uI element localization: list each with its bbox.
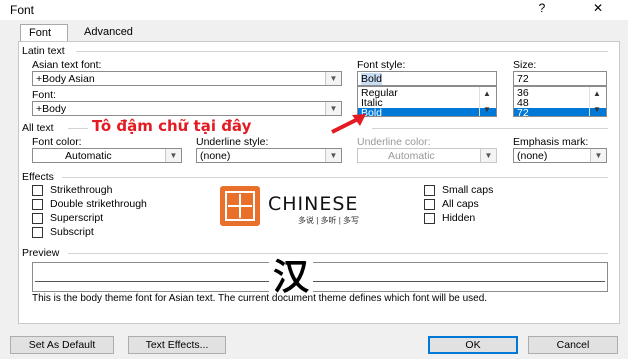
font-style-value: Bold [361,73,383,85]
underline-color-dropdown: Automatic ▼ [357,148,497,163]
chevron-up-icon[interactable]: ▲ [483,89,491,98]
underline-color-label: Underline color: [357,136,431,148]
divider [68,128,88,129]
chevron-down-icon[interactable]: ▼ [483,105,491,114]
logo-wordmark: CHINESE [268,193,359,215]
chevron-down-icon[interactable]: ▼ [325,72,341,85]
double-strikethrough-checkbox[interactable] [32,199,43,210]
strikethrough-checkbox[interactable] [32,185,43,196]
hidden-label: Hidden [442,212,476,224]
list-item-selected[interactable]: Bold [358,108,496,116]
chevron-down-icon[interactable]: ▼ [593,105,601,114]
superscript-label: Superscript [50,212,104,224]
ok-button[interactable]: OK [428,336,518,354]
double-strikethrough-label: Double strikethrough [50,198,147,210]
font-label: Font: [32,89,56,101]
divider [76,51,608,52]
subscript-checkbox[interactable] [32,227,43,238]
emphasis-mark-value: (none) [517,150,548,162]
superscript-checkbox[interactable] [32,213,43,224]
underline-color-value: Automatic [388,150,435,162]
font-style-label: Font style: [357,59,406,71]
emphasis-mark-label: Emphasis mark: [513,136,589,148]
size-value: 72 [517,73,529,85]
logo-emblem-icon [220,186,260,226]
emphasis-mark-dropdown[interactable]: (none) ▼ [513,148,607,163]
font-style-list[interactable]: Regular Italic Bold ▲ ▼ [357,86,497,117]
preview-baseline [35,281,605,282]
font-style-input[interactable]: Bold [357,71,497,86]
strikethrough-label: Strikethrough [50,184,113,196]
close-icon: ✕ [592,1,604,15]
divider [62,177,608,178]
preview-heading: Preview [22,247,60,259]
font-value: +Body [36,103,67,115]
subscript-label: Subscript [50,226,94,238]
scrollbar[interactable]: ▲ ▼ [589,87,606,116]
underline-style-dropdown[interactable]: (none) ▼ [196,148,342,163]
close-button[interactable]: ✕ [588,1,608,15]
text-effects-button[interactable]: Text Effects... [128,336,226,354]
preview-box: 汉 [32,257,608,297]
underline-style-label: Underline style: [196,136,269,148]
asian-font-field[interactable]: +Body Asian ▼ [32,71,342,86]
small-caps-checkbox[interactable] [424,185,435,196]
hidden-checkbox[interactable] [424,213,435,224]
preview-sample: 汉 [269,257,314,297]
annotation-arrow-icon [331,114,366,134]
size-input[interactable]: 72 [513,71,607,86]
divider [68,253,608,254]
chevron-down-icon[interactable]: ▼ [165,149,181,162]
set-as-default-button[interactable]: Set As Default [10,336,114,354]
latin-text-heading: Latin text [22,45,65,57]
all-text-heading: All text [22,122,54,134]
font-field[interactable]: +Body ▼ [32,101,342,116]
small-caps-label: Small caps [442,184,494,196]
asian-font-label: Asian text font: [32,59,102,71]
size-list[interactable]: 36 48 72 ▲ ▼ [513,86,607,117]
help-button[interactable]: ? [532,1,552,15]
underline-style-value: (none) [200,150,231,162]
scrollbar[interactable]: ▲ ▼ [479,87,496,116]
preview-description: This is the body theme font for Asian te… [32,293,488,304]
font-color-dropdown[interactable]: Automatic ▼ [32,148,182,163]
font-color-label: Font color: [32,136,82,148]
chevron-up-icon[interactable]: ▲ [593,89,601,98]
size-label: Size: [513,59,537,71]
font-color-value: Automatic [65,150,112,162]
chevron-down-icon: ▼ [480,149,496,162]
cancel-button[interactable]: Cancel [528,336,618,354]
window-title: Font [10,3,35,17]
divider [372,128,608,129]
effects-heading: Effects [22,171,54,183]
chevron-down-icon[interactable]: ▼ [590,149,606,162]
all-caps-label: All caps [442,198,479,210]
annotation-text: Tô đậm chữ tại đây [92,117,252,135]
chevron-down-icon[interactable]: ▼ [325,149,341,162]
tab-advanced[interactable]: Advanced [76,24,141,42]
logo-tagline: 多说 | 多听 | 多写 [298,216,360,225]
asian-font-value: +Body Asian [36,73,95,85]
all-caps-checkbox[interactable] [424,199,435,210]
